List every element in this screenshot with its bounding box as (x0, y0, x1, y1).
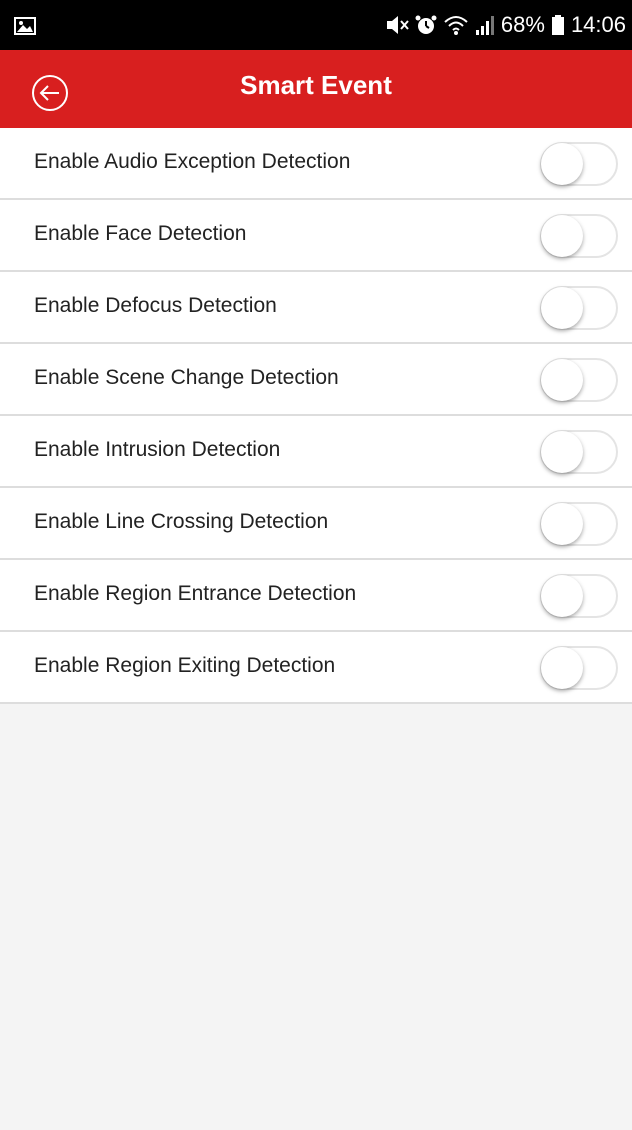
signal-icon (475, 16, 494, 35)
setting-label: Enable Region Exiting Detection (34, 654, 336, 677)
toggle-knob (541, 215, 583, 257)
status-bar: 68% 14:06 (0, 0, 632, 50)
status-icons: 68% 14:06 (385, 12, 626, 38)
setting-row-region-exiting: Enable Region Exiting Detection (0, 632, 632, 704)
alarm-icon (415, 15, 437, 34)
setting-row-face: Enable Face Detection (0, 200, 632, 272)
defocus-detection-toggle[interactable] (540, 286, 618, 330)
wifi-icon (444, 16, 468, 35)
setting-row-scene-change: Enable Scene Change Detection (0, 344, 632, 416)
toggle-knob (541, 143, 583, 185)
setting-label: Enable Region Entrance Detection (34, 582, 357, 605)
setting-row-defocus: Enable Defocus Detection (0, 272, 632, 344)
image-icon (14, 17, 36, 35)
region-exiting-toggle[interactable] (540, 646, 618, 690)
setting-row-line-crossing: Enable Line Crossing Detection (0, 488, 632, 560)
setting-label: Enable Face Detection (34, 222, 247, 245)
region-entrance-toggle[interactable] (540, 574, 618, 618)
setting-label: Enable Intrusion Detection (34, 438, 281, 461)
app-bar: Smart Event (0, 50, 632, 128)
settings-list: Enable Audio Exception Detection Enable … (0, 128, 632, 704)
face-detection-toggle[interactable] (540, 214, 618, 258)
setting-label: Enable Audio Exception Detection (34, 150, 351, 173)
toggle-knob (541, 503, 583, 545)
setting-row-intrusion: Enable Intrusion Detection (0, 416, 632, 488)
toggle-knob (541, 575, 583, 617)
toggle-knob (541, 359, 583, 401)
setting-label: Enable Defocus Detection (34, 294, 277, 317)
setting-label: Enable Scene Change Detection (34, 366, 339, 389)
toggle-knob (541, 647, 583, 689)
audio-exception-toggle[interactable] (540, 142, 618, 186)
mute-icon (386, 16, 409, 34)
intrusion-detection-toggle[interactable] (540, 430, 618, 474)
clock: 14:06 (570, 12, 626, 37)
toggle-knob (541, 431, 583, 473)
line-crossing-toggle[interactable] (540, 502, 618, 546)
setting-label: Enable Line Crossing Detection (34, 510, 329, 533)
scene-change-toggle[interactable] (540, 358, 618, 402)
setting-row-audio-exception: Enable Audio Exception Detection (0, 128, 632, 200)
page-title: Smart Event (240, 70, 392, 100)
battery-icon (551, 15, 564, 35)
battery-percent: 68% (500, 12, 545, 37)
toggle-knob (541, 287, 583, 329)
setting-row-region-entrance: Enable Region Entrance Detection (0, 560, 632, 632)
